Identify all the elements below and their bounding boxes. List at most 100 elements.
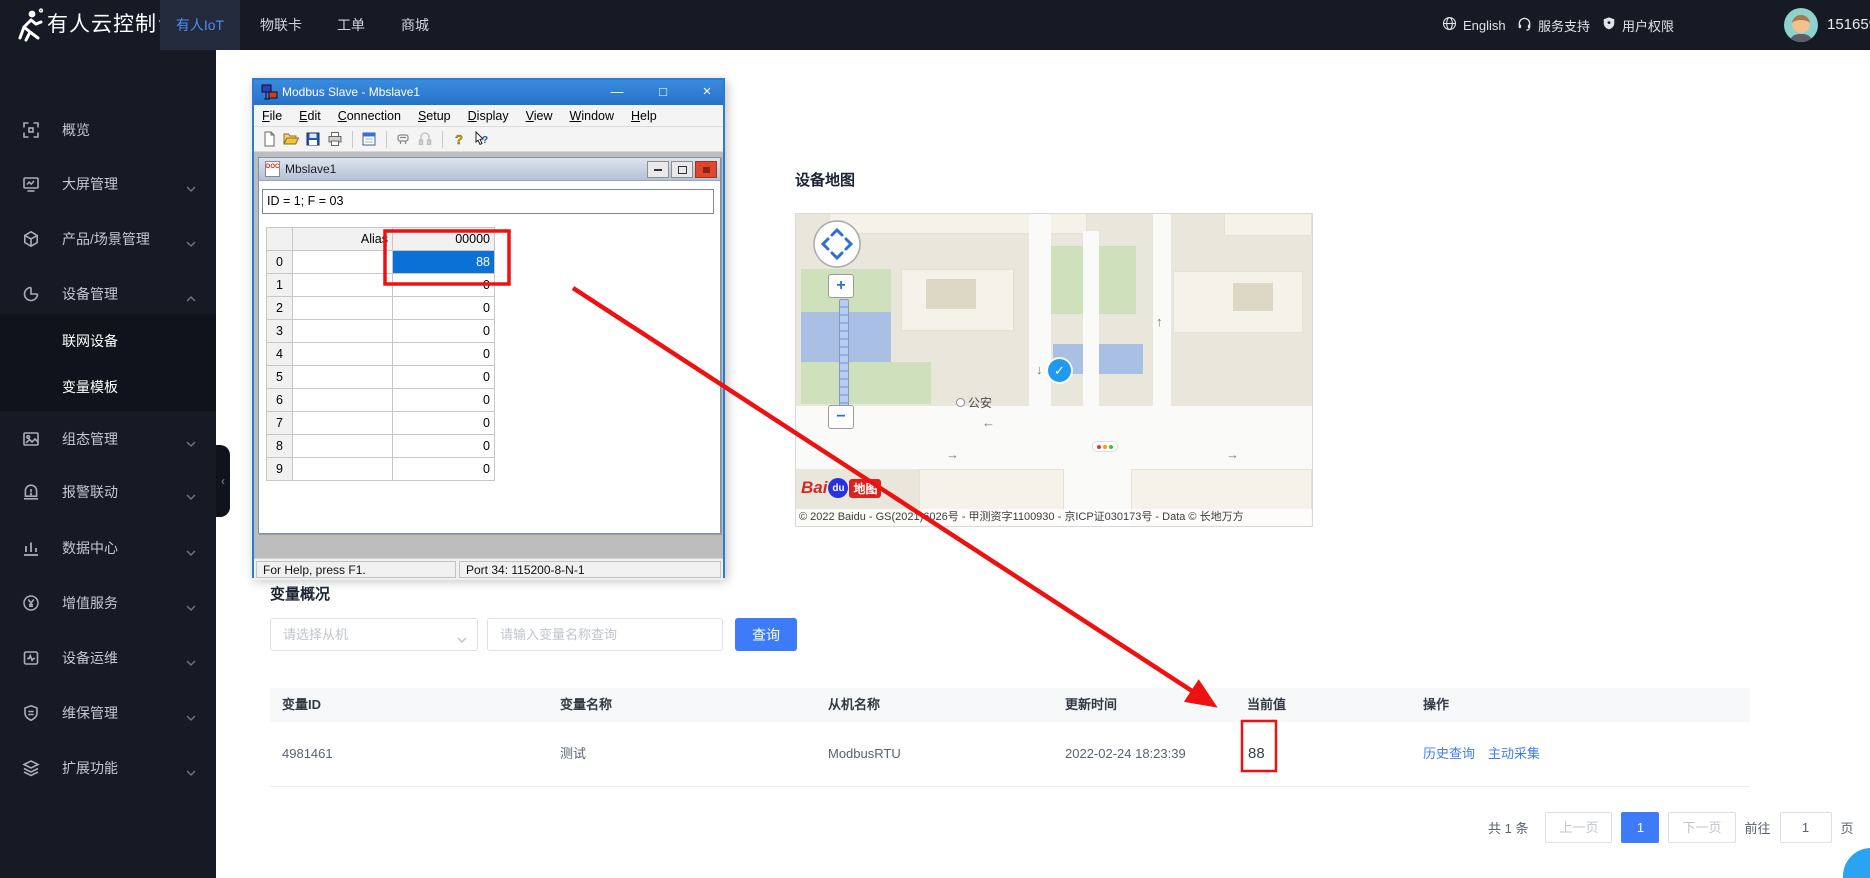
variable-name-search-input[interactable] bbox=[487, 618, 723, 651]
close-button[interactable]: × bbox=[690, 80, 724, 105]
sidebar-collapse-handle[interactable]: ‹ bbox=[216, 445, 230, 517]
brand-logo-icon bbox=[11, 7, 47, 43]
map-zoom-in-button[interactable]: + bbox=[828, 274, 854, 298]
modbus-slave-window[interactable]: Modbus Slave - Mbslave1 — □ × File Edit … bbox=[252, 78, 725, 578]
menu-file[interactable]: File bbox=[262, 109, 282, 123]
table-row: 4981461 测试 ModbusRTU 2022-02-24 18:23:39… bbox=[270, 722, 1750, 787]
register-row[interactable]: 6 0 bbox=[267, 389, 495, 412]
chevron-down-icon bbox=[186, 180, 196, 188]
query-button[interactable]: 查询 bbox=[735, 618, 797, 651]
user-permission[interactable]: 用户权限 bbox=[1602, 0, 1674, 50]
doc-titlebar[interactable]: DOC Mbslave1 bbox=[259, 158, 720, 181]
bigscreen-icon bbox=[22, 175, 40, 193]
sidebar-item-variable-template[interactable]: 变量模板 bbox=[0, 364, 216, 410]
history-query-link[interactable]: 历史查询 bbox=[1423, 722, 1475, 786]
register-row[interactable]: 8 0 bbox=[267, 435, 495, 458]
menu-view[interactable]: View bbox=[526, 109, 553, 123]
maximize-button[interactable]: □ bbox=[646, 80, 680, 105]
menu-help[interactable]: Help bbox=[631, 109, 657, 123]
doc-minimize-button[interactable] bbox=[647, 161, 669, 178]
prev-page-button[interactable]: 上一页 bbox=[1545, 812, 1612, 843]
register-row[interactable]: 2 0 bbox=[267, 297, 495, 320]
new-file-icon[interactable] bbox=[261, 131, 278, 148]
selected-register-value[interactable]: 88 bbox=[393, 251, 495, 274]
slave-select[interactable]: 请选择从机 bbox=[270, 618, 478, 651]
sidebar-item-product[interactable]: 产品/场景管理 bbox=[0, 212, 216, 266]
register-grid[interactable]: Alias 00000 0 88 1 0 2 0 bbox=[266, 227, 495, 481]
nav-tab-iot[interactable]: 有人IoT bbox=[160, 0, 240, 50]
modbus-menubar: File Edit Connection Setup Display View … bbox=[254, 105, 723, 127]
map-zoom-slider[interactable] bbox=[839, 299, 849, 407]
map-pan-control[interactable] bbox=[812, 219, 862, 269]
modbus-titlebar[interactable]: Modbus Slave - Mbslave1 — □ × bbox=[254, 80, 723, 105]
goto-page-input[interactable] bbox=[1780, 812, 1832, 843]
sidebar-item-maintenance[interactable]: 维保管理 bbox=[0, 686, 216, 740]
modem-connection-icon[interactable] bbox=[417, 131, 434, 148]
map-road bbox=[1153, 214, 1171, 406]
variable-name-cell: 测试 bbox=[560, 722, 586, 786]
menu-window[interactable]: Window bbox=[570, 109, 614, 123]
menu-display[interactable]: Display bbox=[468, 109, 509, 123]
connection-info-bar: ID = 1; F = 03 bbox=[262, 189, 714, 214]
register-row[interactable]: 0 88 bbox=[267, 251, 495, 274]
register-row[interactable]: 3 0 bbox=[267, 320, 495, 343]
update-time-cell: 2022-02-24 18:23:39 bbox=[1065, 722, 1186, 786]
sidebar-item-scada[interactable]: 组态管理 bbox=[0, 412, 216, 466]
register-grid-header: Alias 00000 bbox=[267, 228, 495, 251]
sidebar-item-device-mgmt[interactable]: 设备管理 bbox=[0, 267, 216, 321]
device-map[interactable]: ← → → ↑ ↓ 公安 ✓ + − Bai bbox=[795, 213, 1313, 527]
nav-tab-workorder[interactable]: 工单 bbox=[322, 0, 380, 50]
nav-tab-mall[interactable]: 商城 bbox=[386, 0, 444, 50]
open-file-icon[interactable] bbox=[283, 131, 300, 148]
sidebar-item-value-added[interactable]: 增值服务 bbox=[0, 576, 216, 630]
menu-connection[interactable]: Connection bbox=[338, 109, 401, 123]
register-row[interactable]: 9 0 bbox=[267, 458, 495, 481]
register-row[interactable]: 7 0 bbox=[267, 412, 495, 435]
page-number-button[interactable]: 1 bbox=[1621, 812, 1659, 843]
menu-edit[interactable]: Edit bbox=[299, 109, 321, 123]
sidebar-item-device-ops[interactable]: 设备运维 bbox=[0, 631, 216, 685]
doc-window-title: Mbslave1 bbox=[285, 158, 336, 181]
register-row[interactable]: 4 0 bbox=[267, 343, 495, 366]
language-switch[interactable]: English bbox=[1442, 0, 1506, 50]
next-page-button[interactable]: 下一页 bbox=[1668, 812, 1735, 843]
minimize-button[interactable]: — bbox=[600, 80, 634, 105]
menu-setup[interactable]: Setup bbox=[418, 109, 451, 123]
toolbar-separator bbox=[442, 131, 443, 148]
extension-icon bbox=[22, 759, 40, 777]
chevron-down-icon bbox=[186, 235, 196, 243]
device-location-marker[interactable]: ✓ bbox=[1048, 359, 1071, 382]
doc-restore-button[interactable] bbox=[671, 161, 693, 178]
register-row[interactable]: 1 0 bbox=[267, 274, 495, 297]
register-row[interactable]: 5 0 bbox=[267, 366, 495, 389]
chevron-down-icon bbox=[186, 764, 196, 772]
display-definition-icon[interactable] bbox=[361, 131, 378, 148]
sidebar: 概览 大屏管理 产品/场景管理 设备 bbox=[0, 50, 216, 878]
map-zoom-out-button[interactable]: − bbox=[828, 405, 854, 429]
user-avatar[interactable] bbox=[1784, 8, 1818, 42]
status-port-text: Port 34: 115200-8-N-1 bbox=[459, 561, 721, 578]
baidu-paw-icon: du bbox=[828, 478, 848, 498]
chevron-down-icon bbox=[186, 544, 196, 552]
serial-connection-icon[interactable] bbox=[395, 131, 412, 148]
mbslave-doc-window[interactable]: DOC Mbslave1 ID = 1; F = 03 Al bbox=[258, 157, 721, 534]
sidebar-item-overview[interactable]: 概览 bbox=[0, 103, 216, 157]
doc-close-button[interactable] bbox=[695, 161, 717, 178]
context-help-icon[interactable]: ? bbox=[473, 131, 490, 148]
active-collect-link[interactable]: 主动采集 bbox=[1488, 722, 1540, 786]
print-icon[interactable] bbox=[327, 131, 344, 148]
device-mgmt-icon bbox=[22, 285, 40, 303]
sidebar-item-networked-devices[interactable]: 联网设备 bbox=[0, 318, 216, 364]
maintenance-icon bbox=[22, 704, 40, 722]
save-icon[interactable] bbox=[305, 131, 322, 148]
sidebar-item-extension[interactable]: 扩展功能 bbox=[0, 741, 216, 795]
sidebar-item-bigscreen[interactable]: 大屏管理 bbox=[0, 157, 216, 211]
sidebar-item-alarm[interactable]: 报警联动 bbox=[0, 465, 216, 519]
help-icon[interactable]: ? bbox=[451, 131, 468, 148]
customer-service-float-button[interactable] bbox=[1843, 848, 1870, 878]
sidebar-item-datacenter[interactable]: 数据中心 bbox=[0, 521, 216, 575]
road-arrow-right: → bbox=[946, 447, 959, 462]
pagination: 共 1 条 上一页 1 下一页 前往 页 bbox=[1488, 812, 1854, 843]
service-support[interactable]: 服务支持 bbox=[1517, 0, 1590, 50]
nav-tab-sim[interactable]: 物联卡 bbox=[244, 0, 318, 50]
